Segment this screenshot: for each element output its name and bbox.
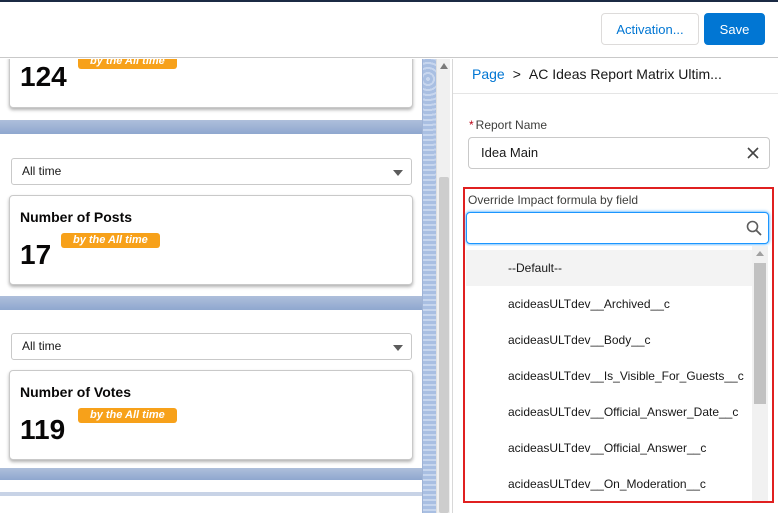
canvas-scrollbar[interactable] (436, 59, 450, 513)
dropdown-option[interactable]: acideasULTdev__Archived__c (466, 286, 752, 322)
period-badge: by the All time (78, 408, 177, 423)
save-button[interactable]: Save (704, 13, 765, 45)
report-name-label-text: Report Name (475, 118, 548, 132)
period-filter-select[interactable]: All time (11, 158, 412, 185)
metric-card-posts[interactable]: Number of Posts 17 by the All time (9, 195, 413, 285)
dropdown-option[interactable]: acideasULTdev__Body__c (466, 322, 752, 358)
canvas-background-pattern (422, 59, 436, 513)
dropdown-option[interactable]: acideasULTdev__Official_Answer__c (466, 430, 752, 466)
panel-divider (453, 93, 778, 94)
period-filter-value: All time (22, 339, 62, 353)
metric-card-votes[interactable]: Number of Votes 119 by the All time (9, 370, 413, 460)
metric-title: Number of Posts (20, 209, 133, 225)
dashboard-canvas: 124 by the All time All time Number of P… (0, 59, 422, 513)
dropdown-option[interactable]: acideasULTdev__Official_Answer_Date__c (466, 394, 752, 430)
report-name-value: Idea Main (481, 145, 539, 160)
period-filter-select[interactable]: All time (11, 333, 412, 360)
report-name-input[interactable]: Idea Main (468, 137, 770, 169)
metric-value: 124 (20, 61, 67, 92)
period-badge: by the All time (78, 59, 177, 69)
dropdown-option[interactable]: --Default-- (466, 250, 752, 286)
period-filter-value: All time (22, 164, 62, 178)
scrollbar-thumb[interactable] (439, 177, 449, 513)
dropdown-option[interactable]: acideasULTdev__On_Moderation__c (466, 466, 752, 501)
search-icon (746, 220, 762, 236)
breadcrumb: Page > AC Ideas Report Matrix Ultim... (472, 66, 722, 82)
override-field-search-input[interactable] (466, 212, 769, 244)
period-badge: by the All time (61, 233, 160, 248)
dropdown-option[interactable]: acideasULTdev__Is_Visible_For_Guests__c (466, 358, 752, 394)
metric-value: 119 (20, 414, 66, 445)
scroll-up-arrow-icon[interactable] (440, 63, 448, 69)
top-header: Activation... Save (0, 0, 778, 58)
section-divider (0, 492, 422, 496)
dropdown-scrollbar[interactable] (752, 246, 768, 501)
breadcrumb-link-page[interactable]: Page (472, 66, 505, 82)
metric-title: Number of Votes (20, 384, 131, 400)
metric-value: 17 (20, 239, 52, 270)
metric-card-top[interactable]: 124 by the All time (9, 59, 413, 108)
section-divider (0, 120, 422, 134)
chevron-down-icon (393, 345, 403, 351)
breadcrumb-current: AC Ideas Report Matrix Ultim... (528, 66, 722, 82)
breadcrumb-separator: > (512, 66, 521, 82)
report-name-label: * Report Name (469, 118, 547, 132)
clear-icon[interactable] (745, 145, 761, 161)
required-mark: * (469, 118, 474, 132)
scrollbar-thumb[interactable] (754, 263, 766, 404)
section-divider (0, 296, 422, 310)
override-field-dropdown: --Default-- acideasULTdev__Archived__c a… (466, 246, 769, 501)
scroll-up-arrow-icon[interactable] (756, 251, 764, 256)
chevron-down-icon (393, 170, 403, 176)
section-divider (0, 468, 422, 480)
activation-button[interactable]: Activation... (601, 13, 699, 45)
